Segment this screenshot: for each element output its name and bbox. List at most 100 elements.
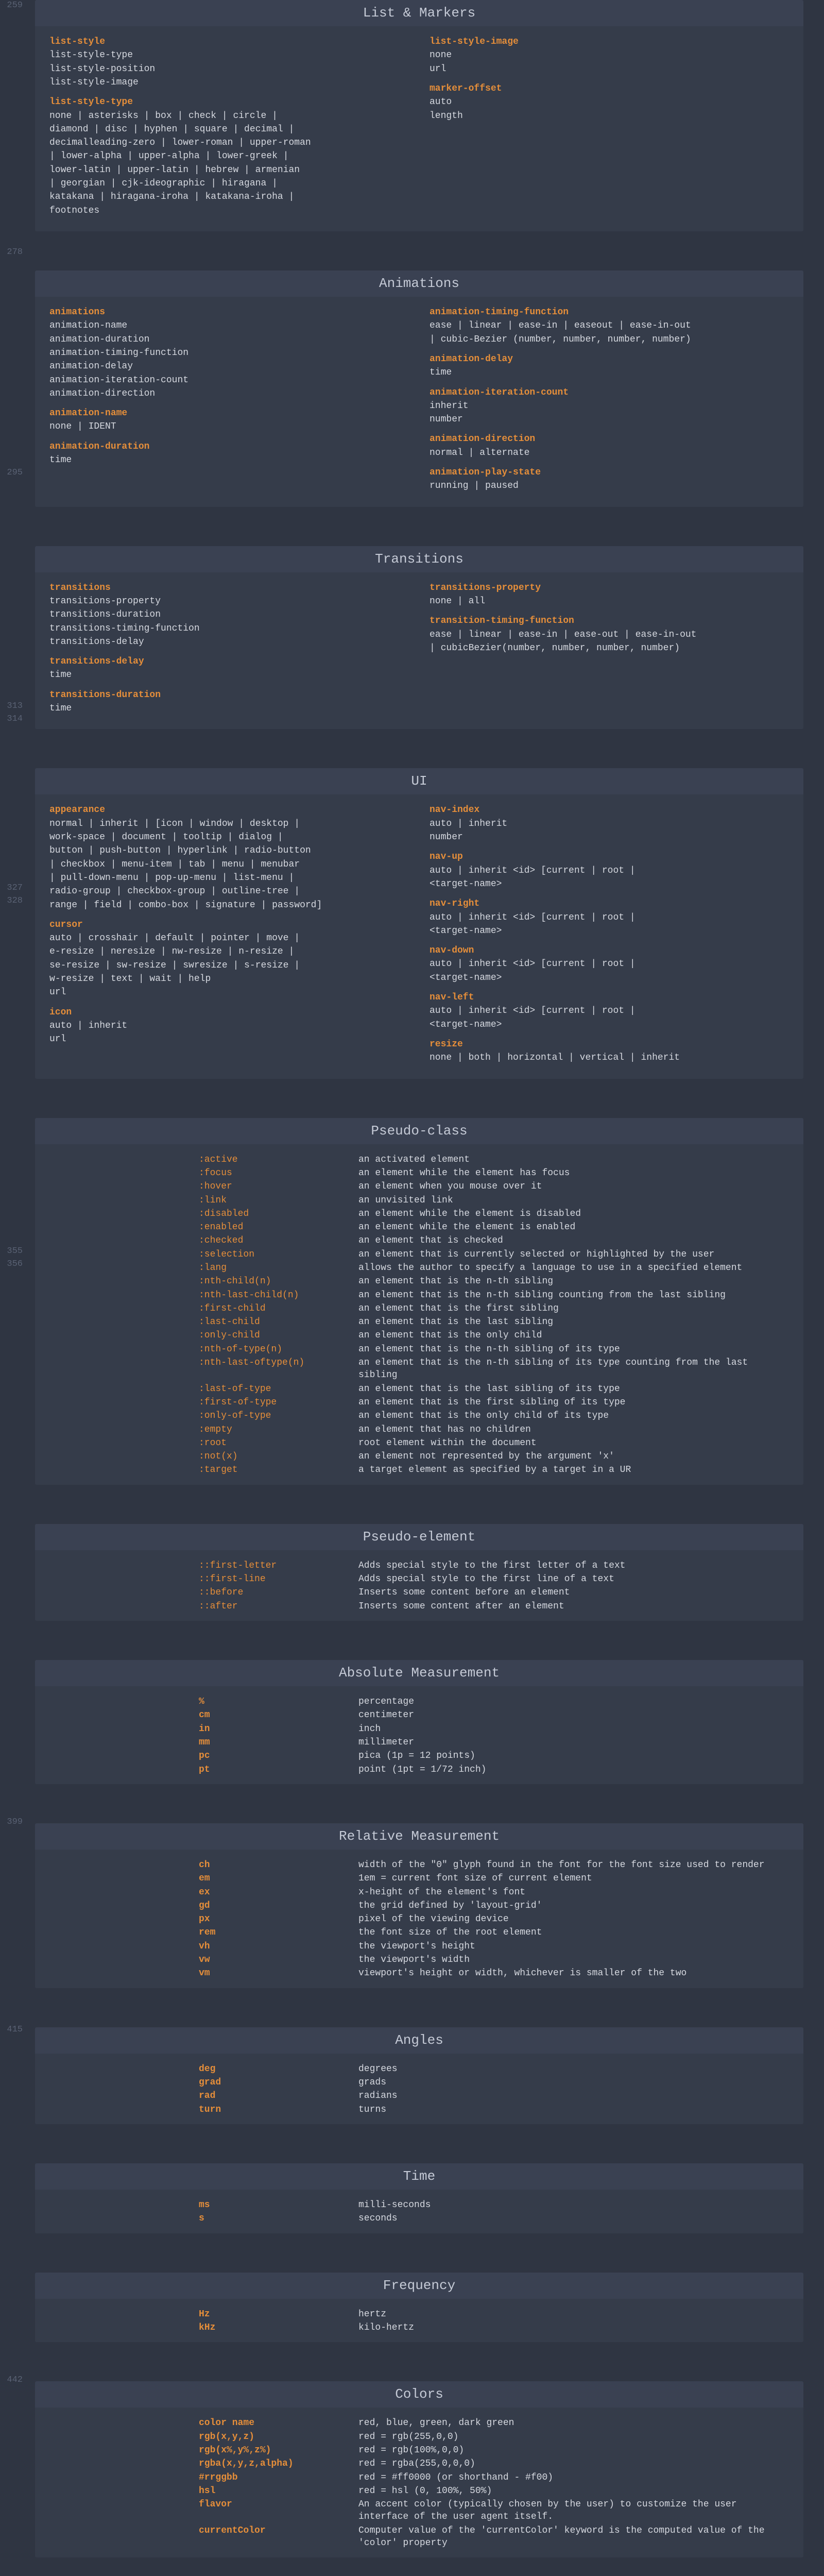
- property-name: animations: [49, 306, 409, 318]
- unit-name: in: [199, 1723, 358, 1735]
- selector-name: ::first-letter: [199, 1560, 358, 1572]
- property-value: time: [49, 669, 409, 681]
- selector-name: :root: [199, 1437, 358, 1449]
- section-header: Time: [35, 2163, 803, 2190]
- unit-name: deg: [199, 2063, 358, 2075]
- selector-desc: an element that is the n-th sibling of i…: [358, 1357, 789, 1382]
- unit-name: px: [199, 1913, 358, 1925]
- property-value: none: [430, 49, 789, 61]
- property-value: auto | inherit: [430, 818, 789, 830]
- property-name: list-style: [49, 36, 409, 48]
- selector-desc: an element that is the first sibling: [358, 1302, 789, 1315]
- property-name: animation-delay: [430, 353, 789, 365]
- unit-name: pc: [199, 1750, 358, 1762]
- unit-desc: degrees: [358, 2063, 789, 2075]
- property-name: animation-timing-function: [430, 306, 789, 318]
- unit-name: pt: [199, 1764, 358, 1776]
- unit-desc: viewport's height or width, whichever is…: [358, 1967, 789, 1979]
- property-value: lower-latin | upper-latin | hebrew | arm…: [49, 164, 409, 176]
- line-number: 259: [0, 0, 23, 13]
- property-value: auto | inherit: [49, 1020, 409, 1032]
- property-value: auto | inherit <id> [current | root |: [430, 911, 789, 924]
- property-name: cursor: [49, 919, 409, 931]
- section-header: Pseudo-class: [35, 1118, 803, 1144]
- selector-name: :lang: [199, 1262, 358, 1274]
- unit-desc: milli-seconds: [358, 2199, 789, 2211]
- selector-desc: an element that is the last sibling of i…: [358, 1383, 789, 1395]
- property-value: w-resize | text | wait | help: [49, 973, 409, 985]
- property-value: length: [430, 110, 789, 122]
- property-value: url: [49, 1033, 409, 1045]
- unit-name: kHz: [199, 2321, 358, 2334]
- property-name: animation-play-state: [430, 466, 789, 479]
- section-body: chwidth of the "0" glyph found in the fo…: [35, 1850, 803, 1988]
- line-number: 278: [0, 247, 23, 260]
- property-name: transitions: [49, 582, 409, 594]
- unit-desc: grads: [358, 2076, 789, 2089]
- selector-name: :nth-last-child(n): [199, 1289, 358, 1301]
- property-name: appearance: [49, 804, 409, 816]
- property-value: transitions-duration: [49, 608, 409, 621]
- unit-name: rgba(x,y,z,alpha): [199, 2458, 358, 2470]
- selector-name: :nth-last-oftype(n): [199, 1357, 358, 1382]
- property-value: | lower-alpha | upper-alpha | lower-gree…: [49, 150, 409, 162]
- selector-desc: an element that is the only child of its…: [358, 1410, 789, 1422]
- selector-desc: an element that is checked: [358, 1234, 789, 1247]
- property-value: inherit: [430, 400, 789, 412]
- section-header: Transitions: [35, 546, 803, 572]
- unit-desc: red = rgba(255,0,0,0): [358, 2458, 789, 2470]
- property-name: transition-timing-function: [430, 615, 789, 627]
- unit-desc: seconds: [358, 2212, 789, 2225]
- section-body: :activean activated element:focusan elem…: [35, 1144, 803, 1485]
- property-value: | pull-down-menu | pop-up-menu | list-me…: [49, 872, 409, 884]
- selector-desc: an activated element: [358, 1154, 789, 1166]
- selector-desc: an element that has no children: [358, 1423, 789, 1436]
- property-value: se-resize | sw-resize | swresize | s-res…: [49, 959, 409, 972]
- property-value: auto | inherit <id> [current | root |: [430, 1005, 789, 1017]
- property-value: | georgian | cjk-ideographic | hiragana …: [49, 177, 409, 190]
- property-value: running | paused: [430, 480, 789, 492]
- property-name: nav-down: [430, 944, 789, 957]
- unit-desc: the font size of the root element: [358, 1926, 789, 1939]
- unit-name: Hz: [199, 2308, 358, 2320]
- selector-name: :enabled: [199, 1221, 358, 1233]
- property-name: transitions-property: [430, 582, 789, 594]
- unit-name: rad: [199, 2090, 358, 2102]
- section-header: Pseudo-element: [35, 1524, 803, 1550]
- selector-desc: root element within the document: [358, 1437, 789, 1449]
- unit-desc: Computer value of the 'currentColor' key…: [358, 2524, 789, 2550]
- selector-name: :checked: [199, 1234, 358, 1247]
- line-number: 415: [0, 2024, 23, 2037]
- section-header: Relative Measurement: [35, 1823, 803, 1850]
- unit-name: grad: [199, 2076, 358, 2089]
- line-number: 356: [0, 1259, 23, 1272]
- property-value: animation-delay: [49, 360, 409, 372]
- unit-desc: 1em = current font size of current eleme…: [358, 1872, 789, 1885]
- property-value: | cubic-Bezier (number, number, number, …: [430, 333, 789, 346]
- section-header: UI: [35, 768, 803, 794]
- unit-desc: x-height of the element's font: [358, 1886, 789, 1899]
- unit-desc: An accent color (typically chosen by the…: [358, 2498, 789, 2523]
- selector-desc: an element while the element is disabled: [358, 1208, 789, 1220]
- property-name: animation-iteration-count: [430, 386, 789, 399]
- section-header: Colors: [35, 2381, 803, 2408]
- unit-name: s: [199, 2212, 358, 2225]
- property-value: transitions-timing-function: [49, 622, 409, 635]
- property-value: list-style-type: [49, 49, 409, 61]
- selector-name: :disabled: [199, 1208, 358, 1220]
- property-value: none | all: [430, 595, 789, 607]
- property-value: auto | crosshair | default | pointer | m…: [49, 932, 409, 944]
- property-value: list-style-position: [49, 63, 409, 75]
- section-body: msmilli-secondssseconds: [35, 2190, 803, 2233]
- selector-desc: an unvisited link: [358, 1194, 789, 1207]
- property-value: normal | alternate: [430, 447, 789, 459]
- section-body: degdegreesgradgradsradradiansturnturns: [35, 2054, 803, 2124]
- selector-name: :selection: [199, 1248, 358, 1261]
- unit-name: mm: [199, 1736, 358, 1749]
- property-value: range | field | combo-box | signature | …: [49, 899, 409, 911]
- unit-desc: hertz: [358, 2308, 789, 2320]
- selector-desc: an element that is the last sibling: [358, 1316, 789, 1328]
- property-value: url: [430, 63, 789, 75]
- unit-desc: red, blue, green, dark green: [358, 2417, 789, 2429]
- unit-desc: inch: [358, 1723, 789, 1735]
